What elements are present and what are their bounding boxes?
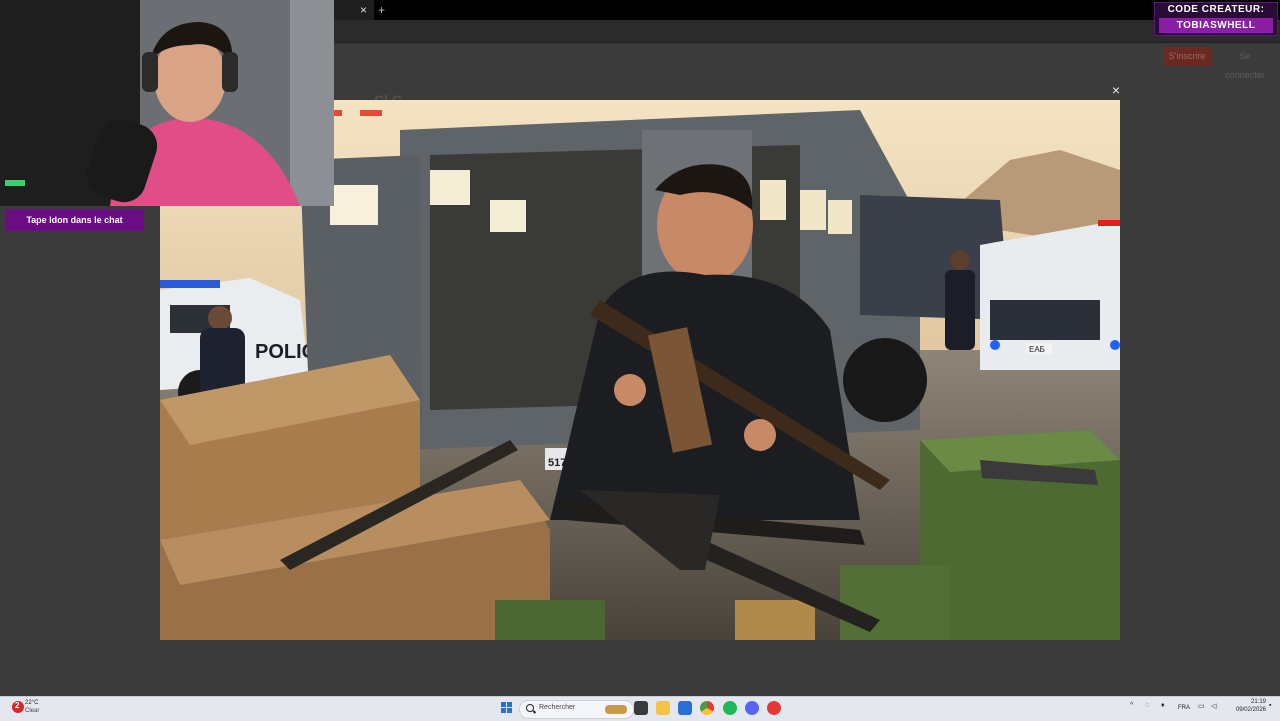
chrome-icon[interactable] — [700, 701, 714, 715]
game-icon[interactable] — [767, 701, 781, 715]
subscribe-button[interactable]: S'inscrire — [1163, 47, 1211, 66]
webcam-feed — [0, 0, 334, 206]
tray-microphone-icon[interactable]: ♦ — [1161, 702, 1165, 709]
search-placeholder: Rechercher — [539, 704, 576, 711]
tray-network-icon[interactable]: ◌ — [1145, 702, 1149, 709]
clock-date[interactable]: 09/02/2026 — [1226, 707, 1266, 713]
creator-code-value: TOBIASWHELL — [1159, 18, 1273, 33]
tray-volume-icon[interactable]: ◁ — [1211, 702, 1216, 710]
file-explorer-icon[interactable] — [656, 701, 670, 715]
spotify-icon[interactable] — [723, 701, 737, 715]
weather-badge: 2 — [15, 701, 20, 710]
webcam-illustration — [0, 0, 334, 206]
tray-display-icon[interactable]: ▭ — [1198, 702, 1205, 710]
creator-code-badge: CODE CREATEUR: TOBIASWHELL — [1154, 2, 1278, 36]
taskbar-search-box[interactable]: Rechercher — [519, 700, 634, 719]
weather-temperature[interactable]: 22°C — [25, 700, 38, 706]
car-plate: ЕАБ — [1029, 345, 1045, 354]
notification-icon[interactable]: ▪ — [1269, 702, 1271, 709]
search-icon — [526, 704, 534, 712]
lightbox-close-icon[interactable]: × — [1108, 82, 1124, 98]
new-tab-icon[interactable]: + — [378, 3, 385, 17]
weather-condition[interactable]: Clear — [25, 708, 39, 714]
widgets-icon[interactable] — [634, 701, 648, 715]
tab-close-icon[interactable]: × — [360, 3, 367, 17]
discord-icon[interactable] — [745, 701, 759, 715]
creator-code-label: CODE CREATEUR: — [1167, 4, 1265, 15]
store-icon[interactable] — [678, 701, 692, 715]
clock-time[interactable]: 21:19 — [1236, 699, 1266, 705]
tray-chevron-icon[interactable]: ^ — [1130, 702, 1133, 709]
search-highlight-icon — [605, 705, 627, 714]
login-button[interactable]: Se connecter — [1219, 47, 1271, 80]
language-indicator[interactable]: FRA — [1178, 705, 1190, 711]
weather-icon[interactable]: 2 — [12, 701, 24, 713]
taskbar: 2 22°C Clear Rechercher ^ ◌ ♦ FRA ▭ ◁ 21… — [0, 696, 1280, 721]
chat-banner: Tape Idon dans le chat — [5, 209, 144, 231]
windows-start-icon[interactable] — [501, 702, 513, 714]
